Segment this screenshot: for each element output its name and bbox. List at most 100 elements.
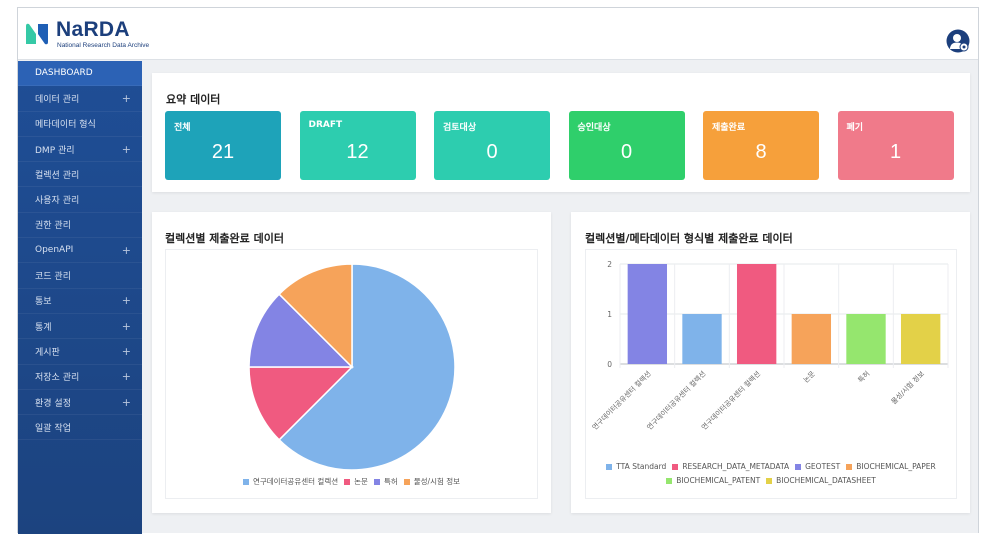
sidebar-item[interactable]: 저장소 관리 + [18,365,142,390]
sidebar-item[interactable]: 데이터 관리 + [18,86,142,112]
top-header: NaRDA National Research Data Archive [18,8,978,60]
legend-swatch [672,464,679,470]
legend-swatch [666,478,673,484]
bar[interactable] [791,314,832,364]
sidebar-item[interactable]: 통계 + [18,314,142,340]
expand-plus-icon[interactable]: + [122,370,131,383]
legend-swatch [795,464,802,470]
summary-tile[interactable]: 폐기 1 [837,111,954,180]
legend-item[interactable]: 논문 [344,476,368,487]
pie-legend: 연구데이터공유센터 컬렉션 논문 특허 물성/시험 정보 [166,476,537,487]
sidebar-item-label: 통보 [35,297,52,308]
sidebar-item-label: DASHBOARD [35,68,93,79]
sidebar-item[interactable]: DASHBOARD [18,61,142,87]
pie-chart [248,263,456,471]
sidebar-item[interactable]: 일괄 작업 [18,415,142,441]
summary-title: 요약 데이터 [166,93,221,106]
legend-item[interactable]: BIOCHEMICAL_DATASHEET [766,474,876,488]
expand-plus-icon[interactable]: + [122,294,131,307]
sidebar-item-label: 데이터 관리 [35,94,80,105]
bar[interactable] [900,314,941,364]
user-account-icon[interactable] [946,29,970,53]
logo-subtitle: National Research Data Archive [57,42,150,49]
x-tick-label: 특허 [856,369,871,384]
sidebar-item[interactable]: DMP 관리 + [18,137,142,163]
sidebar-item[interactable]: 컬렉션 관리 [18,162,142,188]
tile-label: 검토대상 [443,123,477,133]
legend-item[interactable]: TTA Standard [606,460,666,474]
bar[interactable] [846,314,886,364]
sidebar-item-label: 게시판 [35,347,60,358]
pie-chart-area: 연구데이터공유센터 컬렉션 논문 특허 물성/시험 정보 [165,249,538,499]
tile-value: 0 [486,141,498,163]
sidebar-item-label: 사용자 관리 [35,196,80,207]
sidebar-item-label: 저장소 관리 [35,373,80,384]
sidebar-item[interactable]: 권한 관리 [18,213,142,239]
sidebar-item-label: DMP 관리 [35,145,75,156]
legend-label: 특허 [383,477,398,486]
y-tick-label: 2 [607,260,612,269]
sidebar-item[interactable]: 통보 + [18,289,142,314]
tile-label: DRAFT [308,120,343,130]
legend-label: TTA Standard [616,462,667,471]
sidebar-item[interactable]: 환경 설정 + [18,390,142,416]
summary-card: 요약 데이터 전체 21 DRAFT 12 검토대상 0 승인대상 0 제출완료 8 폐기 1 [152,73,970,192]
tile-label: 승인대상 [577,123,611,133]
tile-value: 1 [889,141,902,163]
sidebar-item[interactable]: 메타데이터 형식 [18,112,142,137]
legend-item[interactable]: RESEARCH_DATA_METADATA [672,460,789,474]
sidebar-item-label: 환경 설정 [35,398,71,409]
legend-item[interactable]: 특허 [373,476,398,487]
expand-plus-icon[interactable]: + [122,92,131,105]
x-tick-label: 논문 [802,369,817,384]
x-tick-label: 물성/시험 정보 [889,369,926,406]
legend-item[interactable]: BIOCHEMICAL_PAPER [846,460,936,474]
sidebar-item[interactable]: 사용자 관리 [18,187,142,213]
legend-swatch [846,464,853,470]
sidebar-item-label: 컬렉션 관리 [35,170,80,181]
legend-item[interactable]: GEOTEST [795,460,840,474]
tile-label: 전체 [174,123,191,133]
sidebar-item[interactable]: OpenAPI + [18,238,142,264]
legend-label: BIOCHEMICAL_PAPER [856,462,936,471]
summary-tile[interactable]: 승인대상 0 [568,111,685,180]
sidebar-item-label: 메타데이터 형식 [35,120,96,131]
bar-chart-title: 컬렉션별/메타데이터 형식별 제출완료 데이터 [585,232,793,245]
bar[interactable] [736,264,777,364]
narda-logo-icon[interactable] [24,22,50,46]
summary-tile[interactable]: 검토대상 0 [434,111,550,180]
expand-plus-icon[interactable]: + [122,143,131,156]
bar-chart: 012연구데이터공유센터 컬렉션연구데이터공유센터 컬렉션연구데이터공유센터 컬… [590,260,949,432]
legend-label: RESEARCH_DATA_METADATA [682,462,790,471]
expand-plus-icon[interactable]: + [122,320,131,333]
legend-label: BIOCHEMICAL_DATASHEET [776,476,876,485]
expand-plus-icon[interactable]: + [122,396,131,409]
bar-legend: TTA Standard RESEARCH_DATA_METADATA GEOTES… [596,460,946,488]
y-tick-label: 0 [607,360,612,369]
legend-item[interactable]: 연구데이터공유센터 컬렉션 [242,476,339,487]
sidebar-nav: DASHBOARD 데이터 관리 + 메타데이터 형식 DMP 관리 + 컬렉션 관리사용자… [18,61,142,534]
expand-plus-icon[interactable]: + [122,244,131,257]
bar-chart-card: 컬렉션별/메타데이터 형식별 제출완료 데이터 0 1 2 연구데이터공유센터 컬렉션… [571,212,970,513]
legend-item[interactable]: BIOCHEMICAL_PATENT [666,474,760,488]
legend-item[interactable]: 물성/시험 정보 [403,476,460,487]
bar-chart-area: 0 1 2 연구데이터공유센터 컬렉션 연구데이터공유센터 컬렉션 연구데이터공유센터 컬… [585,249,957,499]
summary-tile[interactable]: 제출완료 8 [703,111,819,180]
legend-label: BIOCHEMICAL_PATENT [676,476,761,485]
expand-plus-icon[interactable]: + [122,345,131,358]
tile-value: 12 [346,141,369,163]
x-tick-label: 연구데이터공유센터 컬렉션 [590,369,653,432]
sidebar-item[interactable]: 게시판 + [18,339,142,365]
x-tick-label: 연구데이터공유센터 컬렉션 [699,369,762,432]
legend-label: GEOTEST [805,462,841,471]
tile-label: 폐기 [846,123,864,133]
sidebar-item[interactable]: 코드 관리 [18,263,142,289]
bar[interactable] [627,264,668,364]
legend-label: 연구데이터공유센터 컬렉션 [252,477,339,486]
logo-name[interactable]: NaRDA [56,18,130,42]
summary-tile[interactable]: DRAFT 12 [299,111,416,180]
legend-swatch [766,478,773,484]
tile-label: 제출완료 [712,123,746,133]
bar[interactable] [682,314,722,364]
summary-tile[interactable]: 전체 21 [165,111,281,180]
